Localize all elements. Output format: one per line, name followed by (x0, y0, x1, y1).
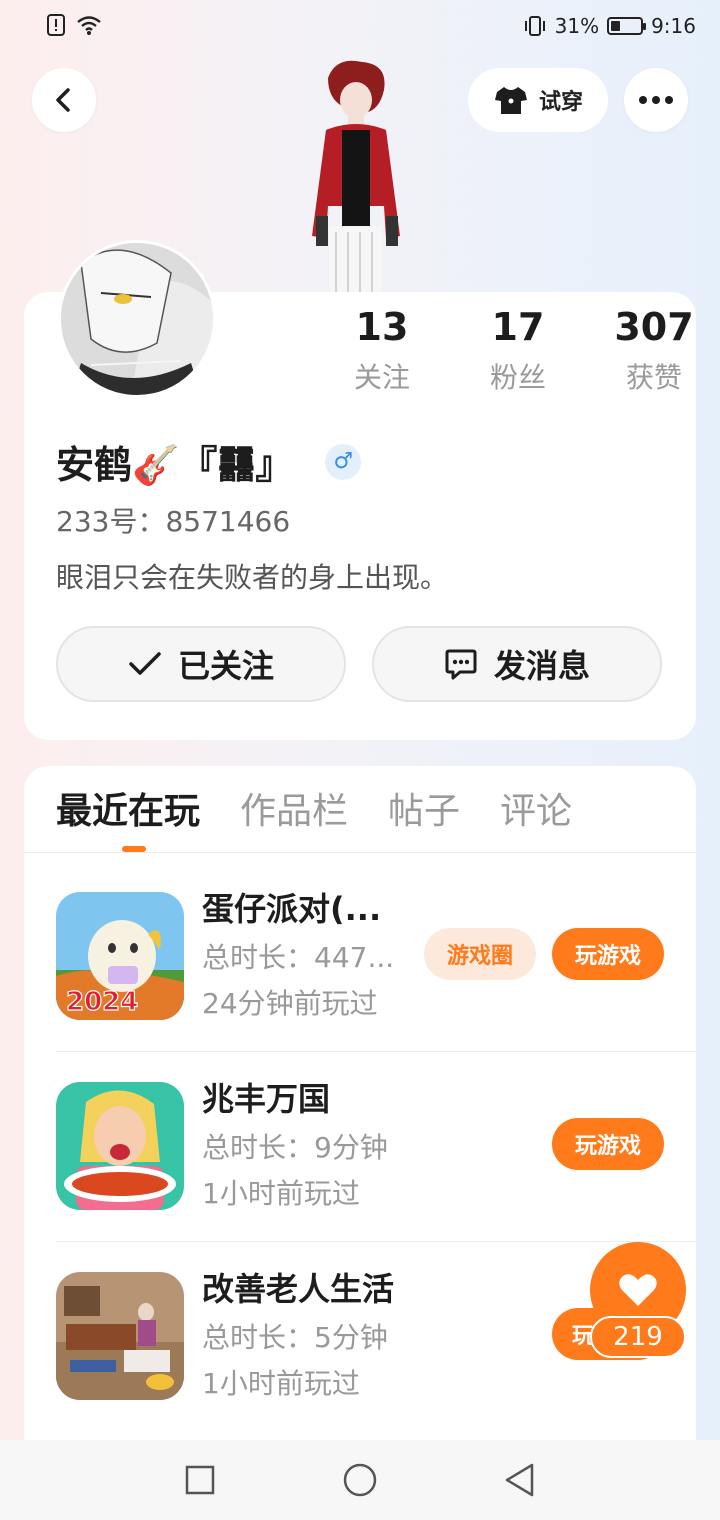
game-last-played: 24分钟前玩过 (202, 987, 378, 1020)
chevron-left-icon (56, 88, 70, 112)
status-bar: 31% 9:16 (0, 0, 720, 56)
tab-posts[interactable]: 帖子 (388, 782, 460, 834)
game-duration: 总时长：5分钟 (202, 1321, 388, 1354)
back-button[interactable] (32, 68, 96, 132)
play-game-button[interactable]: 玩游戏 (552, 928, 664, 980)
message-label: 发消息 (493, 647, 590, 685)
nickname: 安鹤🎸『䨻』 (56, 443, 294, 487)
followers-stat[interactable]: 17 粉丝 (450, 304, 586, 396)
clock: 9:16 (651, 14, 696, 38)
game-title: 兆丰万国 (202, 1080, 331, 1118)
stat-value: 307 (614, 305, 694, 349)
stats-row: 13 关注 17 粉丝 307 获赞 (314, 304, 720, 396)
recent-apps-icon[interactable] (184, 1464, 216, 1496)
game-icon-zhaofeng[interactable] (56, 1082, 184, 1210)
game-icon-eggy-party[interactable]: 2024 (56, 892, 184, 1020)
game-row[interactable]: 兆丰万国 总时长：9分钟 1小时前玩过 玩游戏 (56, 1052, 696, 1242)
battery-icon (607, 17, 647, 35)
followed-label: 已关注 (177, 647, 274, 685)
game-duration: 总时长：9分钟 (202, 1131, 388, 1164)
check-icon (129, 652, 161, 675)
tab-recently-played[interactable]: 最近在玩 (56, 782, 200, 834)
message-button[interactable]: 发消息 (372, 626, 662, 702)
tab-comments[interactable]: 评论 (500, 782, 572, 834)
tshirt-icon (494, 87, 527, 114)
alert-icon (47, 14, 65, 36)
tab-works[interactable]: 作品栏 (240, 782, 348, 834)
user-id: 233号：8571466 (56, 505, 291, 538)
bio: 眼泪只会在失败者的身上出现。 (56, 561, 449, 594)
name-row: 安鹤🎸『䨻』 ♂ (56, 434, 362, 489)
like-count: 219 (590, 1316, 686, 1358)
stat-value: 17 (491, 305, 545, 349)
stat-label: 关注 (353, 361, 410, 394)
tab-bar: 最近在玩 作品栏 帖子 评论 (56, 782, 572, 834)
male-gender-icon: ♂ (325, 443, 362, 480)
try-on-label: 试穿 (538, 90, 583, 115)
battery-level-fill (611, 21, 621, 31)
home-icon[interactable] (342, 1462, 378, 1498)
divider (24, 852, 696, 853)
avatar-figure[interactable] (296, 56, 416, 296)
play-game-button[interactable]: 玩游戏 (552, 1118, 664, 1170)
followed-button[interactable]: 已关注 (56, 626, 346, 702)
chat-bubble-icon (445, 649, 477, 680)
game-title: 改善老人生活 (202, 1270, 395, 1308)
heart-icon (619, 1274, 657, 1306)
game-circle-button[interactable]: 游戏圈 (424, 928, 536, 980)
stat-label: 粉丝 (489, 361, 546, 394)
following-stat[interactable]: 13 关注 (314, 304, 450, 396)
likes-stat[interactable]: 307 获赞 (586, 304, 720, 396)
back-nav-icon[interactable] (502, 1462, 538, 1498)
content-card: 最近在玩 作品栏 帖子 评论 2024 蛋仔派对(... 总时长：447... … (24, 766, 696, 1486)
avatar[interactable] (58, 240, 216, 398)
game-last-played: 1小时前玩过 (202, 1367, 360, 1400)
game-icon-badge: 2024 (66, 987, 138, 1017)
game-last-played: 1小时前玩过 (202, 1177, 360, 1210)
wifi-icon (77, 16, 101, 35)
stat-value: 13 (355, 305, 409, 349)
stat-label: 获赞 (625, 361, 682, 394)
battery-percent: 31% (554, 14, 600, 38)
more-dots-icon (639, 96, 673, 104)
system-nav-bar (0, 1440, 720, 1520)
vibrate-icon (524, 16, 545, 36)
try-on-button[interactable]: 试穿 (468, 68, 608, 132)
more-button[interactable] (624, 68, 688, 132)
game-icon-elderly-life[interactable] (56, 1272, 184, 1400)
game-duration: 总时长：447... (202, 941, 395, 974)
game-title: 蛋仔派对(... (202, 890, 382, 928)
game-row[interactable]: 2024 蛋仔派对(... 总时长：447... 24分钟前玩过 游戏圈 玩游戏 (56, 862, 696, 1052)
